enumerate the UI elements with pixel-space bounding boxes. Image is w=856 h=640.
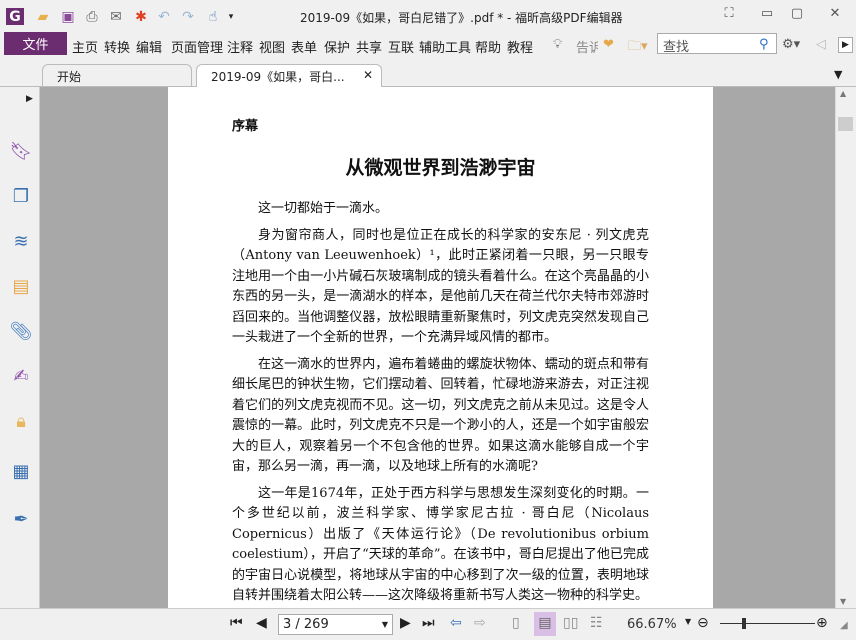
page-number-input[interactable]: 3 / 269 ▼ (278, 614, 393, 635)
close-button[interactable]: ✕ (822, 6, 848, 24)
last-page-button[interactable]: ⏭ (422, 615, 435, 631)
first-page-button[interactable]: ⏮ (230, 615, 243, 631)
paragraph: 这一年是1674年，正处于西方科学与思想发生深刻变化的时期。一个多世纪以前，波兰… (232, 485, 649, 604)
previous-page-button[interactable]: ◀ (256, 615, 267, 631)
expand-panel-icon[interactable]: ▶ (26, 94, 33, 104)
hand-tool-icon[interactable]: ☝ (204, 8, 222, 25)
scroll-up-icon[interactable]: ▲ (840, 89, 846, 98)
tab-label: 2019-09《如果，哥白... (211, 70, 345, 84)
menu-accessibility[interactable]: 辅助工具 (419, 37, 471, 56)
ribbon-scroll-right-icon[interactable]: ▶ (838, 37, 853, 53)
attachments-icon[interactable]: 📎︎ (10, 320, 33, 342)
heart-icon[interactable]: ❤ (603, 37, 614, 52)
folder-search-icon[interactable]: 🗀︎▾ (628, 37, 648, 59)
app-logo-icon: G (6, 8, 24, 25)
menu-page-management[interactable]: 页面管理 (171, 37, 223, 56)
menu-share[interactable]: 共享 (356, 37, 382, 56)
previous-view-icon[interactable]: ⇦ (450, 615, 462, 631)
continuous-page-icon[interactable]: ▤ (534, 612, 556, 636)
section-heading: 序幕 (232, 119, 259, 134)
settings-gear-icon[interactable]: ⚙▾ (782, 37, 800, 52)
redo-icon[interactable]: ↷ (179, 8, 197, 25)
tab-list-dropdown-icon[interactable]: ▼ (834, 68, 842, 81)
new-document-icon[interactable]: ✱ (132, 8, 150, 25)
undo-icon[interactable]: ↶ (155, 8, 173, 25)
customize-toolbar-icon[interactable]: ▾ (222, 8, 240, 25)
zoom-slider[interactable] (720, 623, 815, 624)
chapter-title: 从微观世界到浩渺宇宙 (345, 157, 536, 179)
facing-pages-icon[interactable]: ▯▯ (563, 615, 578, 631)
menu-connect[interactable]: 互联 (388, 37, 414, 56)
menu-edit[interactable]: 编辑 (136, 37, 162, 56)
tab-label: 开始 (57, 70, 82, 84)
vertical-scrollbar[interactable]: ▲ ▼ (835, 87, 856, 608)
certify-pen-icon[interactable]: ✒ (10, 508, 32, 530)
page-number-value: 3 / 269 (283, 617, 329, 632)
menu-comment[interactable]: 注释 (227, 37, 253, 56)
layers-icon[interactable]: ≋ (10, 230, 32, 252)
paragraph: 在这一滴水的世界内，遍布着蜷曲的螺旋状物体、蠕动的斑点和带有细长尾巴的钟状生物，… (232, 356, 649, 475)
resize-grip-icon[interactable]: ◢ (840, 620, 848, 631)
print-icon[interactable]: ⎙ (83, 8, 101, 25)
ribbon-scroll-left-icon[interactable]: ◁ (816, 37, 826, 52)
security-lock-icon[interactable]: 🔒︎ (10, 410, 32, 432)
pdf-page: 序幕 从微观世界到浩渺宇宙 这一切都始于一滴水。 身为窗帘商人，同时也是位正在成… (168, 87, 713, 608)
open-folder-icon[interactable]: ▰ (34, 8, 52, 25)
maximize-button[interactable]: ▢ (784, 6, 810, 24)
file-menu-button[interactable]: 文件 (4, 32, 67, 55)
tab-document[interactable]: 2019-09《如果，哥白... ✕ (196, 64, 382, 87)
search-icon[interactable]: ⚲ (759, 37, 769, 52)
comments-icon[interactable]: ▤ (10, 275, 32, 297)
page-thumbnails-icon[interactable]: ❐ (10, 185, 32, 207)
page-dropdown-icon[interactable]: ▼ (382, 620, 388, 629)
document-viewer[interactable]: 序幕 从微观世界到浩渺宇宙 这一切都始于一滴水。 身为窗帘商人，同时也是位正在成… (40, 87, 835, 608)
email-icon[interactable]: ✉ (107, 8, 125, 25)
zoom-out-button[interactable]: ⊖ (697, 615, 709, 631)
next-view-icon[interactable]: ⇨ (474, 615, 486, 631)
signatures-icon[interactable]: ✍ (10, 365, 32, 387)
single-page-icon[interactable]: ▯ (512, 615, 520, 631)
menu-home[interactable]: 主页 (72, 37, 98, 56)
scrollbar-thumb[interactable] (838, 117, 853, 131)
scroll-down-icon[interactable]: ▼ (840, 597, 846, 606)
form-fields-icon[interactable]: ▦ (10, 460, 32, 482)
menu-help[interactable]: 帮助 (475, 37, 501, 56)
menu-protect[interactable]: 保护 (324, 37, 350, 56)
close-tab-icon[interactable]: ✕ (363, 68, 373, 82)
tab-start[interactable]: 开始 (42, 64, 192, 87)
menu-tutorial[interactable]: 教程 (507, 37, 533, 56)
bookmarks-icon[interactable]: 🔖︎ (10, 140, 33, 162)
menu-view[interactable]: 视图 (259, 37, 285, 56)
paragraph: 身为窗帘商人，同时也是位正在成长的科学家的安东尼 · 列文虎克（Antony v… (232, 227, 649, 346)
zoom-level[interactable]: 66.67% (627, 617, 677, 632)
minimize-button[interactable]: ▭ (754, 6, 780, 24)
zoom-slider-thumb[interactable] (742, 618, 747, 629)
next-page-button[interactable]: ▶ (400, 615, 411, 631)
menu-convert[interactable]: 转换 (104, 37, 130, 56)
tell-me-input[interactable]: 告诉 (576, 37, 598, 56)
window-title: 2019-09《如果，哥白尼错了》.pdf * - 福昕高级PDF编辑器 (300, 11, 623, 25)
menu-form[interactable]: 表单 (291, 37, 317, 56)
continuous-facing-icon[interactable]: ☷ (590, 615, 603, 631)
zoom-dropdown-icon[interactable]: ▼ (685, 617, 691, 626)
fullscreen-icon[interactable]: ⛶ (716, 6, 742, 24)
lightbulb-icon[interactable]: 💡︎ (553, 37, 562, 52)
zoom-in-button[interactable]: ⊕ (816, 615, 828, 631)
paragraph: 这一切都始于一滴水。 (258, 201, 389, 216)
save-icon[interactable]: ▣ (59, 8, 77, 25)
